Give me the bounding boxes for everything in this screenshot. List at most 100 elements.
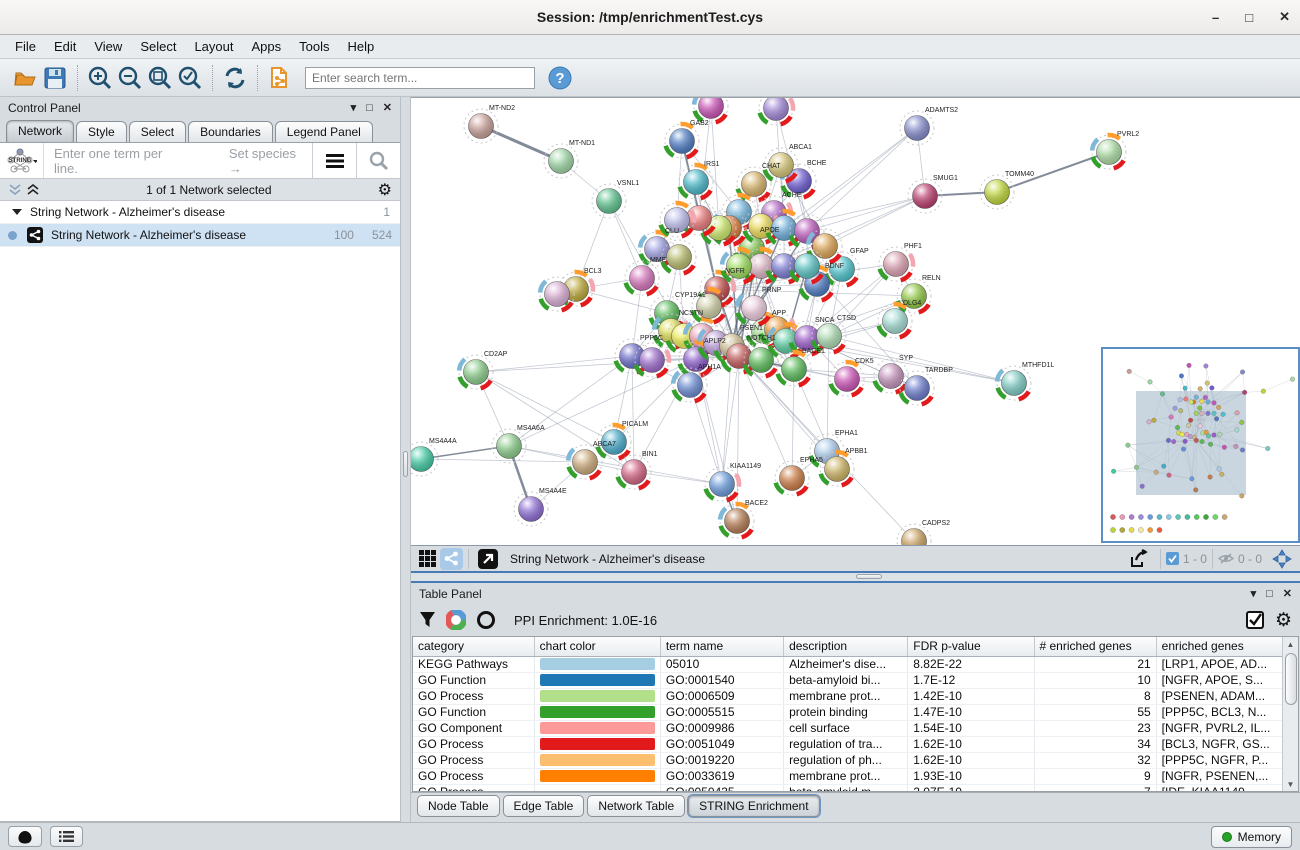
cell[interactable]: GO Component bbox=[413, 720, 534, 736]
table-row[interactable]: GO FunctionGO:0001540beta-amyloid bi...1… bbox=[413, 672, 1285, 688]
export-network-button[interactable] bbox=[1125, 548, 1155, 570]
network-node[interactable] bbox=[752, 98, 799, 132]
network-edge[interactable] bbox=[421, 459, 585, 462]
menu-help[interactable]: Help bbox=[339, 36, 384, 57]
tab-string-enrichment[interactable]: STRING Enrichment bbox=[688, 795, 819, 817]
cell[interactable]: 1.54E-10 bbox=[908, 720, 1034, 736]
cell[interactable]: membrane prot... bbox=[784, 768, 908, 784]
cell[interactable]: membrane prot... bbox=[784, 688, 908, 704]
column-header-FDR-p-value[interactable]: FDR p-value bbox=[908, 637, 1034, 656]
horizontal-splitter[interactable] bbox=[411, 573, 1300, 581]
memory-button[interactable]: Memory bbox=[1211, 826, 1292, 848]
table-row[interactable]: GO ProcessGO:0033619membrane prot...1.93… bbox=[413, 768, 1285, 784]
tab-network-table[interactable]: Network Table bbox=[587, 795, 685, 817]
network-edge[interactable] bbox=[576, 201, 609, 289]
draw-charts-icon[interactable] bbox=[446, 610, 466, 630]
network-node[interactable] bbox=[653, 196, 700, 243]
network-node-ms4a6a[interactable] bbox=[492, 429, 526, 463]
cell[interactable]: 1.93E-10 bbox=[908, 768, 1034, 784]
splitter-grip[interactable] bbox=[403, 451, 408, 477]
float-panel-icon[interactable]: □ bbox=[366, 102, 373, 114]
cell[interactable]: 9 bbox=[1034, 768, 1156, 784]
select-rows-icon[interactable] bbox=[1246, 611, 1265, 630]
network-node-tomm40[interactable] bbox=[980, 175, 1014, 209]
network-edge[interactable] bbox=[792, 369, 794, 478]
checkbox-icon[interactable] bbox=[1166, 552, 1179, 565]
chart-color-cell[interactable] bbox=[534, 672, 660, 688]
network-view-button[interactable] bbox=[440, 548, 463, 570]
tab-select[interactable]: Select bbox=[129, 121, 186, 142]
column-header-description[interactable]: description bbox=[784, 637, 908, 656]
vertical-splitter[interactable] bbox=[400, 97, 411, 822]
scroll-up-arrow[interactable]: ▲ bbox=[1284, 637, 1298, 651]
cell[interactable]: [NGFR, PSENEN,... bbox=[1156, 768, 1284, 784]
chart-color-cell[interactable] bbox=[534, 720, 660, 736]
cell[interactable]: [IDE, KIAA1149... bbox=[1156, 784, 1284, 792]
close-panel-icon[interactable]: ✕ bbox=[383, 101, 392, 114]
cell[interactable]: 1.7E-12 bbox=[908, 672, 1034, 688]
birdseye-toggle-button[interactable] bbox=[1268, 548, 1296, 570]
cell[interactable]: 10 bbox=[1034, 672, 1156, 688]
network-node-cadps2[interactable] bbox=[897, 524, 931, 545]
network-options-gear-icon[interactable]: ⚙ bbox=[378, 180, 392, 200]
cell[interactable]: [NGFR, PVRL2, IL... bbox=[1156, 720, 1284, 736]
collapse-all-icon[interactable] bbox=[8, 184, 22, 196]
network-row[interactable]: String Network - Alzheimer's disease 100… bbox=[0, 224, 400, 247]
close-button[interactable]: ✕ bbox=[1279, 9, 1290, 25]
network-node-smug1[interactable] bbox=[908, 179, 942, 213]
table-row[interactable]: GO ProcessGO:0050435beta-amyloid m...2.0… bbox=[413, 784, 1285, 792]
menu-apps[interactable]: Apps bbox=[243, 36, 291, 57]
column-header-category[interactable]: category bbox=[413, 637, 534, 656]
task-history-button[interactable] bbox=[50, 826, 83, 847]
column-header--enriched-genes[interactable]: # enriched genes bbox=[1034, 637, 1156, 656]
cell[interactable]: beta-amyloid bi... bbox=[784, 672, 908, 688]
menu-select[interactable]: Select bbox=[131, 36, 185, 57]
table-row[interactable]: GO ComponentGO:0009986cell surface1.54E-… bbox=[413, 720, 1285, 736]
search-input[interactable] bbox=[305, 67, 535, 89]
cell[interactable]: protein binding bbox=[784, 704, 908, 720]
open-file-button[interactable] bbox=[10, 63, 40, 93]
cell[interactable]: 55 bbox=[1034, 704, 1156, 720]
column-header-chart-color[interactable]: chart color bbox=[534, 637, 660, 656]
zoom-in-button[interactable] bbox=[85, 63, 115, 93]
cell[interactable]: GO Process bbox=[413, 688, 534, 704]
scroll-thumb[interactable] bbox=[1285, 653, 1297, 705]
network-edge[interactable] bbox=[481, 126, 561, 161]
network-node-mt-nd1[interactable] bbox=[544, 144, 578, 178]
table-row[interactable]: GO ProcessGO:0051049regulation of tra...… bbox=[413, 736, 1285, 752]
expand-all-icon[interactable] bbox=[26, 184, 40, 196]
cell[interactable]: GO:0051049 bbox=[660, 736, 783, 752]
cell[interactable]: GO:0009986 bbox=[660, 720, 783, 736]
chart-color-cell[interactable] bbox=[534, 688, 660, 704]
menu-tools[interactable]: Tools bbox=[290, 36, 338, 57]
zoom-fit-button[interactable] bbox=[145, 63, 175, 93]
cell[interactable]: 1.62E-10 bbox=[908, 736, 1034, 752]
reset-charts-icon[interactable] bbox=[476, 610, 496, 630]
menu-edit[interactable]: Edit bbox=[45, 36, 85, 57]
cell[interactable]: 05010 bbox=[660, 656, 783, 672]
cell[interactable]: 21 bbox=[1034, 656, 1156, 672]
cell[interactable]: GO:0050435 bbox=[660, 784, 783, 792]
string-options-button[interactable] bbox=[312, 143, 356, 178]
network-node-ms4a4e[interactable] bbox=[514, 492, 548, 526]
cell[interactable]: [PPP5C, NGFR, P... bbox=[1156, 752, 1284, 768]
column-header-enriched-genes[interactable]: enriched genes bbox=[1156, 637, 1284, 656]
cell[interactable]: 1.62E-10 bbox=[908, 752, 1034, 768]
cell[interactable]: 34 bbox=[1034, 736, 1156, 752]
menu-layout[interactable]: Layout bbox=[185, 36, 242, 57]
cell[interactable]: 32 bbox=[1034, 752, 1156, 768]
eye-off-icon[interactable] bbox=[1218, 552, 1234, 565]
network-node-mt-nd2[interactable] bbox=[464, 109, 498, 143]
scroll-down-arrow[interactable]: ▼ bbox=[1284, 777, 1298, 791]
tab-style[interactable]: Style bbox=[76, 121, 127, 142]
cell[interactable]: 8.82E-22 bbox=[908, 656, 1034, 672]
table-row[interactable]: GO ProcessGO:0019220regulation of ph...1… bbox=[413, 752, 1285, 768]
column-header-term-name[interactable]: term name bbox=[660, 637, 783, 656]
cell[interactable]: beta-amyloid m... bbox=[784, 784, 908, 792]
network-node-vsnl1[interactable] bbox=[592, 184, 626, 218]
cell[interactable]: [LRP1, APOE, AD... bbox=[1156, 656, 1284, 672]
table-scrollbar[interactable]: ▲ ▼ bbox=[1282, 637, 1298, 791]
network-edge[interactable] bbox=[737, 356, 739, 521]
cell[interactable]: 1.47E-10 bbox=[908, 704, 1034, 720]
save-session-button[interactable] bbox=[40, 63, 70, 93]
